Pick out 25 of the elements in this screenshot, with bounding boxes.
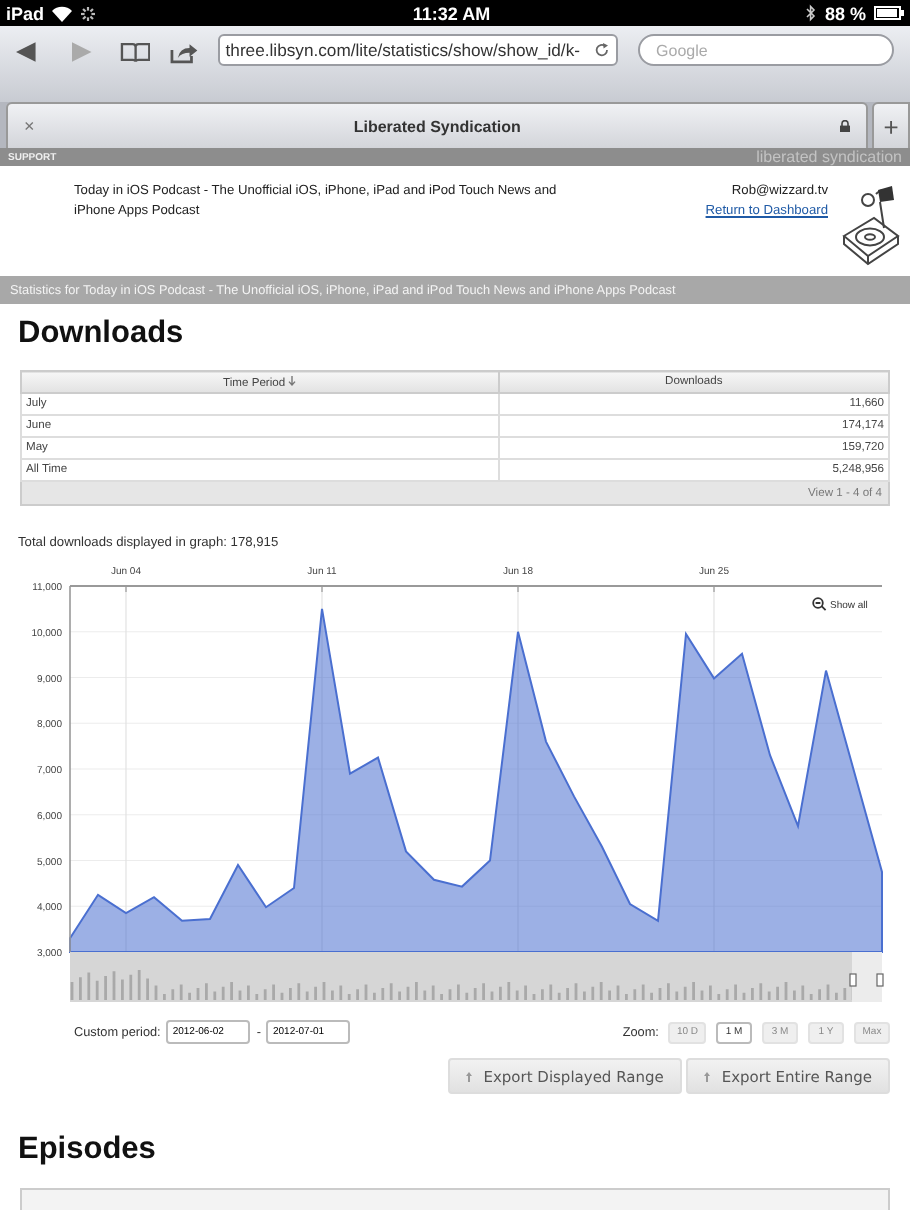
battery-percent: 88 % — [824, 3, 866, 23]
bluetooth-icon — [806, 4, 817, 22]
wifi-icon — [52, 5, 73, 21]
battery-icon — [874, 6, 904, 20]
reload-icon[interactable] — [594, 42, 611, 58]
back-icon[interactable] — [16, 42, 36, 62]
address-field[interactable]: three.libsyn.com/lite/statistics/show/show_id/k- — [217, 34, 619, 66]
export-icon — [465, 1071, 472, 1081]
new-tab-button[interactable]: + — [872, 102, 910, 148]
clock: 11:32 AM — [410, 3, 493, 23]
episodes-heading: Episodes — [18, 1130, 158, 1170]
export-icon — [703, 1071, 710, 1081]
tab-title: Liberated Syndication — [351, 117, 523, 135]
sort-icon — [288, 375, 297, 385]
bookmarks-icon[interactable] — [119, 42, 151, 62]
downloads-heading: Downloads — [18, 314, 186, 354]
activity-spinner-icon — [80, 5, 97, 21]
browser-tab[interactable]: × Liberated Syndication — [6, 102, 868, 148]
turntable-logo-drawing — [840, 182, 900, 266]
device-name: iPad — [6, 3, 45, 23]
close-tab-button[interactable]: × — [24, 116, 35, 136]
lock-icon — [840, 120, 850, 132]
zoom-out-icon[interactable] — [812, 597, 827, 612]
share-icon[interactable] — [170, 42, 200, 64]
search-field[interactable]: Google — [638, 34, 895, 66]
